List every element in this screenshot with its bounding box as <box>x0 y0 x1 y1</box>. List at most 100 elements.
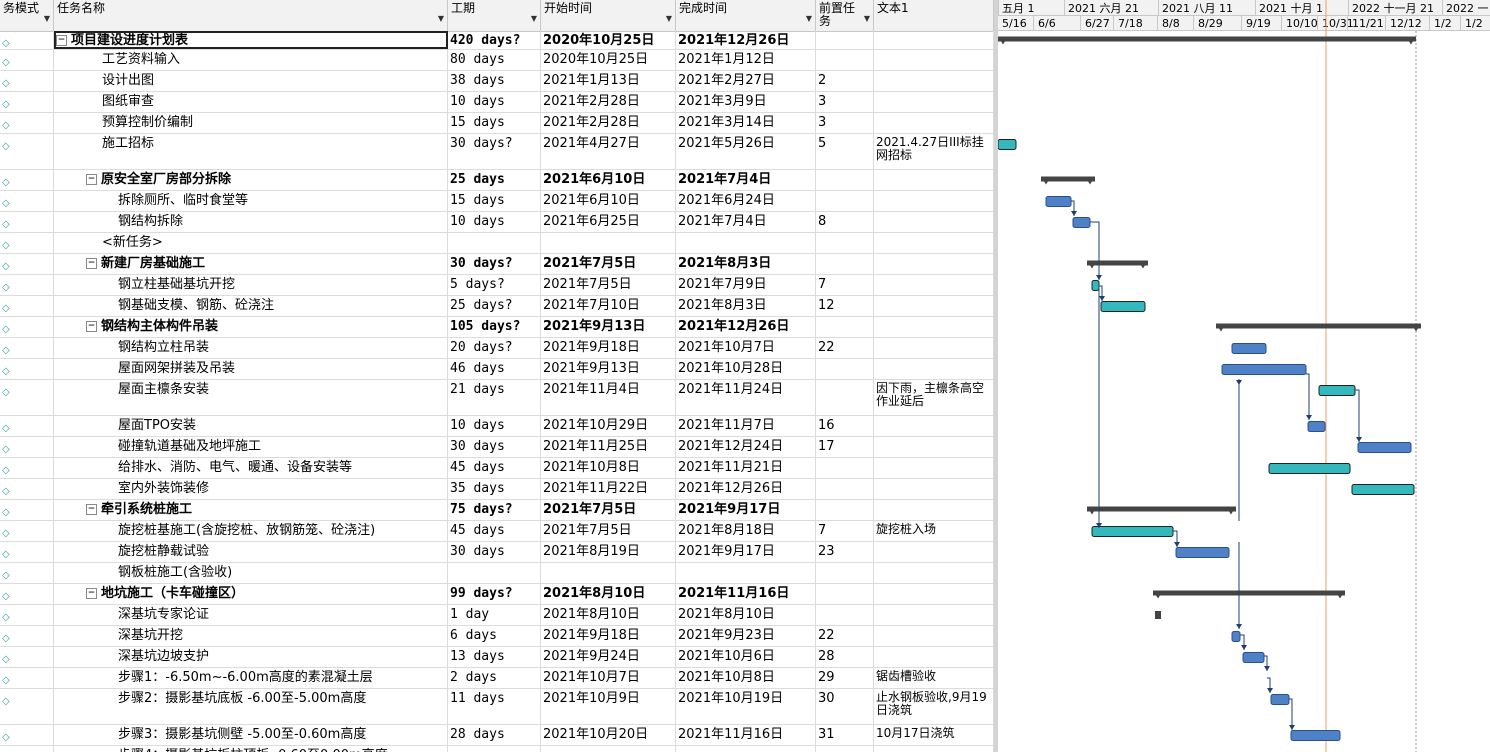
task-finish[interactable]: 2021年12月26日 <box>676 317 816 337</box>
task-predecessors[interactable]: 23 <box>816 542 874 562</box>
task-finish[interactable]: 2021年12月26日 <box>676 479 816 499</box>
collapse-toggle-icon[interactable]: − <box>86 588 97 599</box>
task-row[interactable]: ◇ 拆除厕所、临时食堂等 15 days 2021年6月10日 2021年6月24日 <box>0 191 994 212</box>
task-mode-icon[interactable]: ◇ <box>0 380 54 415</box>
task-start[interactable]: 2021年7月10日 <box>541 296 676 316</box>
task-duration[interactable] <box>448 746 541 752</box>
task-predecessors[interactable] <box>816 380 874 415</box>
task-text1[interactable]: 2021.4.27日III标挂网招标 <box>874 134 994 169</box>
task-finish[interactable]: 2021年11月21日 <box>676 458 816 478</box>
task-mode-icon[interactable]: ◇ <box>0 134 54 169</box>
task-row[interactable]: ◇ 屋面网架拼装及吊装 46 days 2021年9月13日 2021年10月28日 <box>0 359 994 380</box>
task-predecessors[interactable] <box>816 170 874 190</box>
task-start[interactable]: 2021年10月9日 <box>541 689 676 724</box>
task-row[interactable]: ◇ − 牵引系统桩施工 75 days? 2021年7月5日 2021年9月17日 <box>0 500 994 521</box>
task-duration[interactable]: 25 days <box>448 170 541 190</box>
task-text1[interactable] <box>874 584 994 604</box>
task-name-cell[interactable]: 室内外装饰装修 <box>54 479 448 499</box>
task-duration[interactable]: 11 days <box>448 689 541 724</box>
task-name-cell[interactable]: 预算控制价编制 <box>54 113 448 133</box>
task-predecessors[interactable]: 28 <box>816 647 874 667</box>
task-duration[interactable]: 46 days <box>448 359 541 379</box>
task-name-cell[interactable]: 钢基础支模、钢筋、砼浇注 <box>54 296 448 316</box>
task-predecessors[interactable]: 7 <box>816 275 874 295</box>
task-text1[interactable] <box>874 338 994 358</box>
task-row[interactable]: ◇ 屋面TPO安装 10 days 2021年10月29日 2021年11月7日 16 <box>0 416 994 437</box>
task-row[interactable]: ◇ 钢基础支模、钢筋、砼浇注 25 days? 2021年7月10日 2021年8月3日… <box>0 296 994 317</box>
task-finish[interactable]: 2021年9月23日 <box>676 626 816 646</box>
task-finish[interactable]: 2021年11月24日 <box>676 380 816 415</box>
task-duration[interactable]: 25 days? <box>448 296 541 316</box>
task-row[interactable]: ◇ 步骤3：摄影基坑侧壁 -5.00至-0.60m高度 28 days 2021年10… <box>0 725 994 746</box>
task-text1[interactable] <box>874 416 994 436</box>
task-predecessors[interactable] <box>816 191 874 211</box>
task-duration[interactable]: 30 days? <box>448 254 541 274</box>
task-start[interactable]: 2021年1月13日 <box>541 71 676 91</box>
task-name-cell[interactable]: <新任务> <box>54 233 448 253</box>
task-name-cell[interactable]: 深基坑开挖 <box>54 626 448 646</box>
task-duration[interactable]: 80 days <box>448 50 541 70</box>
task-text1[interactable]: 10月17日浇筑 <box>874 725 994 745</box>
task-name-cell[interactable]: 步骤2：摄影基坑底板 -6.00至-5.00m高度 <box>54 689 448 724</box>
task-name-cell[interactable]: 钢结构拆除 <box>54 212 448 232</box>
task-row[interactable]: ◇ 预算控制价编制 15 days 2021年2月28日 2021年3月14日 3 <box>0 113 994 134</box>
task-name-cell[interactable]: − 钢结构主体构件吊装 <box>54 317 448 337</box>
task-duration[interactable]: 30 days <box>448 437 541 457</box>
task-mode-icon[interactable]: ◇ <box>0 725 54 745</box>
task-row[interactable]: ◇ 深基坑开挖 6 days 2021年9月18日 2021年9月23日 22 <box>0 626 994 647</box>
task-mode-icon[interactable]: ◇ <box>0 359 54 379</box>
task-mode-icon[interactable]: ◇ <box>0 542 54 562</box>
task-predecessors[interactable] <box>816 50 874 70</box>
task-row[interactable]: ◇ − 钢结构主体构件吊装 105 days? 2021年9月13日 2021年12月26… <box>0 317 994 338</box>
task-text1[interactable] <box>874 359 994 379</box>
task-duration[interactable]: 10 days <box>448 92 541 112</box>
task-finish[interactable]: 2021年9月17日 <box>676 542 816 562</box>
task-text1[interactable] <box>874 647 994 667</box>
task-mode-icon[interactable]: ◇ <box>0 296 54 316</box>
task-row[interactable]: ◇ − 地坑施工（卡车碰撞区） 99 days? 2021年8月10日 2021年11月1… <box>0 584 994 605</box>
task-predecessors[interactable]: 31 <box>816 725 874 745</box>
task-name-cell[interactable]: 屋面TPO安装 <box>54 416 448 436</box>
task-name-cell[interactable]: 钢结构立柱吊装 <box>54 338 448 358</box>
task-name-cell[interactable]: − 牵引系统桩施工 <box>54 500 448 520</box>
task-finish[interactable]: 2021年10月19日 <box>676 689 816 724</box>
task-predecessors[interactable]: 29 <box>816 668 874 688</box>
task-text1[interactable]: 旋挖桩入场 <box>874 521 994 541</box>
task-name-cell[interactable]: − 原安全室厂房部分拆除 <box>54 170 448 190</box>
task-duration[interactable]: 30 days? <box>448 134 541 169</box>
task-predecessors[interactable]: 8 <box>816 212 874 232</box>
task-name-cell[interactable]: 旋挖桩基施工(含旋挖桩、放钢筋笼、砼浇注) <box>54 521 448 541</box>
task-start[interactable]: 2020年10月25日 <box>541 31 676 49</box>
task-finish[interactable]: 2021年8月3日 <box>676 296 816 316</box>
task-start[interactable]: 2021年8月10日 <box>541 584 676 604</box>
task-text1[interactable]: 因下雨，主檩条高空作业延后 <box>874 380 994 415</box>
task-duration[interactable]: 10 days <box>448 416 541 436</box>
task-finish[interactable] <box>676 563 816 583</box>
task-text1[interactable]: 止水钢板验收,9月19日浇筑 <box>874 689 994 724</box>
task-mode-icon[interactable]: ◇ <box>0 338 54 358</box>
task-name-cell[interactable]: − 新建厂房基础施工 <box>54 254 448 274</box>
task-name-cell[interactable]: 屋面网架拼装及吊装 <box>54 359 448 379</box>
task-start[interactable]: 2021年2月28日 <box>541 92 676 112</box>
task-name-cell[interactable]: 碰撞轨道基础及地坪施工 <box>54 437 448 457</box>
task-row[interactable]: ◇ − 原安全室厂房部分拆除 25 days 2021年6月10日 2021年7月4日 <box>0 170 994 191</box>
task-finish[interactable]: 2021年11月16日 <box>676 584 816 604</box>
task-finish[interactable]: 2021年12月24日 <box>676 437 816 457</box>
task-text1[interactable] <box>874 563 994 583</box>
task-text1[interactable] <box>874 275 994 295</box>
task-mode-icon[interactable]: ◇ <box>0 416 54 436</box>
task-predecessors[interactable] <box>816 359 874 379</box>
task-finish[interactable]: 2021年10月28日 <box>676 359 816 379</box>
task-name-cell[interactable]: − 地坑施工（卡车碰撞区） <box>54 584 448 604</box>
task-name-cell[interactable]: 步骤1：-6.50m~-6.00m高度的素混凝土层 <box>54 668 448 688</box>
task-row[interactable]: ◇ 屋面主檩条安装 21 days 2021年11月4日 2021年11月24日 因下雨，… <box>0 380 994 416</box>
task-predecessors[interactable] <box>816 254 874 274</box>
task-name-cell[interactable]: 给排水、消防、电气、暖通、设备安装等 <box>54 458 448 478</box>
task-text1[interactable] <box>874 317 994 337</box>
task-duration[interactable]: 20 days? <box>448 338 541 358</box>
task-finish[interactable]: 2021年11月7日 <box>676 416 816 436</box>
task-mode-icon[interactable]: ◇ <box>0 71 54 91</box>
task-mode-icon[interactable]: ◇ <box>0 563 54 583</box>
dropdown-arrow-icon[interactable]: ▼ <box>531 12 537 25</box>
task-mode-icon[interactable]: ◇ <box>0 584 54 604</box>
